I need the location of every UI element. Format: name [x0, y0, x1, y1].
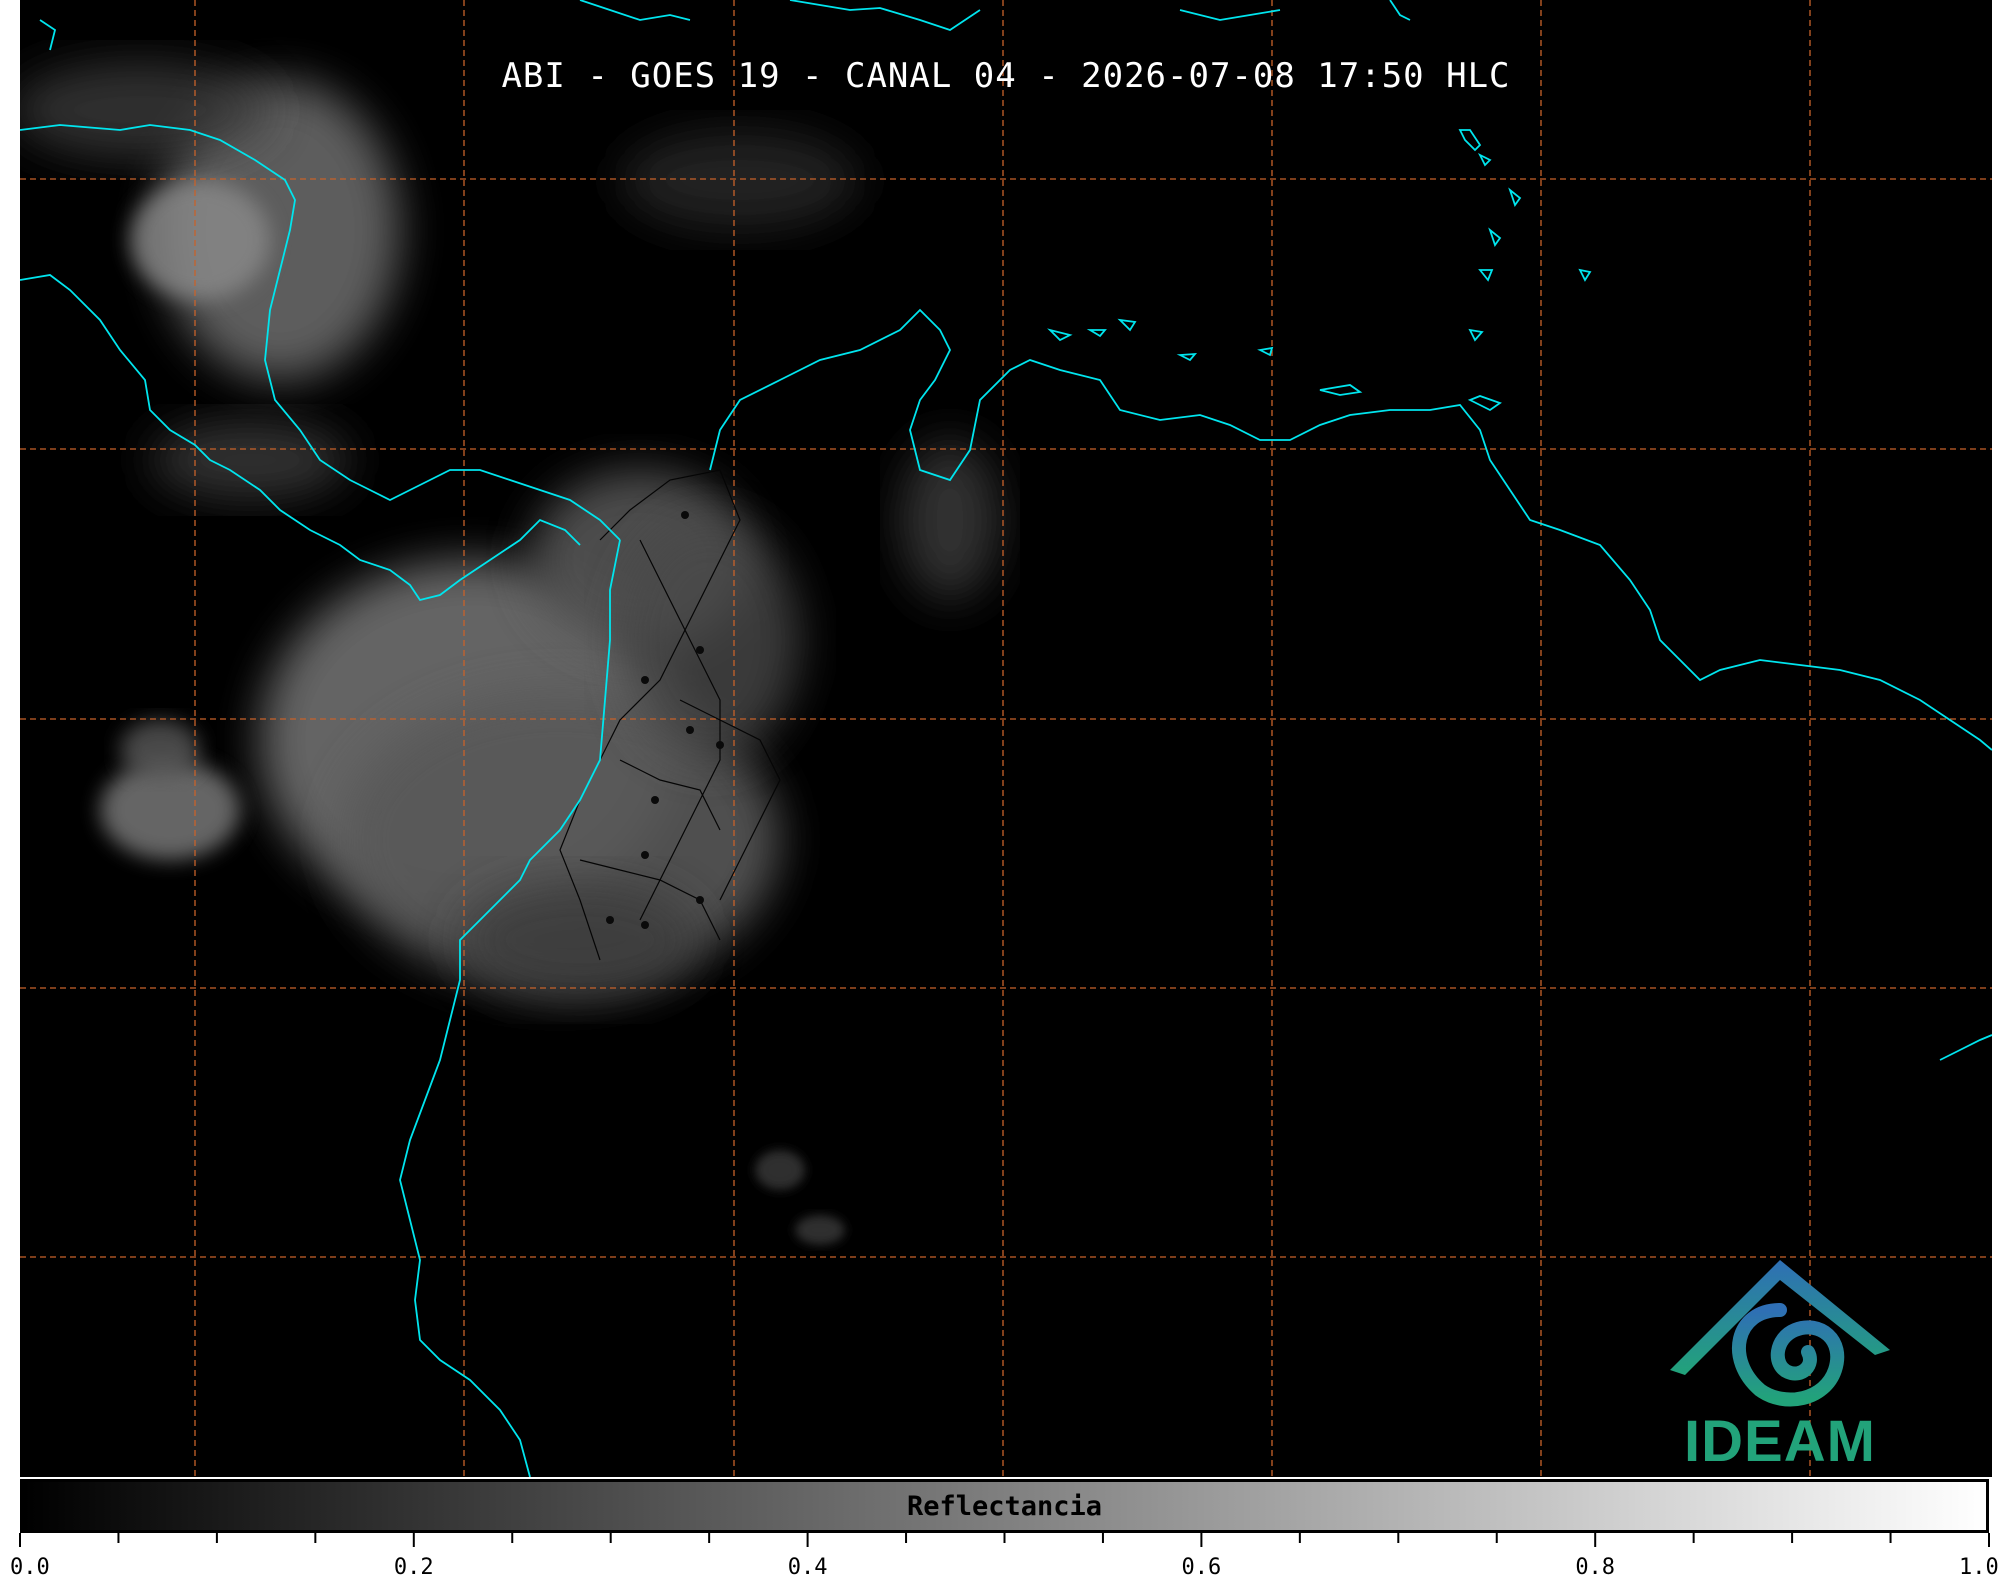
ideam-logo-icon: [1670, 1260, 1890, 1407]
colorbar-tick-label: 0.8: [1575, 1555, 1616, 1580]
ideam-logo: IDEAM: [1660, 1250, 1900, 1475]
cloud-cover: [20, 60, 1000, 1245]
colorbar-label: Reflectancia: [906, 1490, 1103, 1522]
colorbar-tick-label: 0.2: [393, 1555, 434, 1580]
colorbar: Reflectancia: [20, 1479, 1989, 1533]
ideam-logo-text: IDEAM: [1684, 1409, 1876, 1474]
colorbar-ticks: [19, 1533, 1990, 1547]
colorbar-tick-label: 0.6: [1181, 1555, 1222, 1580]
colorbar-tick-label: 1.0: [1959, 1555, 1999, 1580]
colorbar-tick-label: 0.0: [10, 1555, 50, 1580]
map-title: ABI - GOES 19 - CANAL 04 - 2026-07-08 17…: [501, 56, 1511, 96]
colorbar-tick-label: 0.4: [787, 1555, 828, 1580]
